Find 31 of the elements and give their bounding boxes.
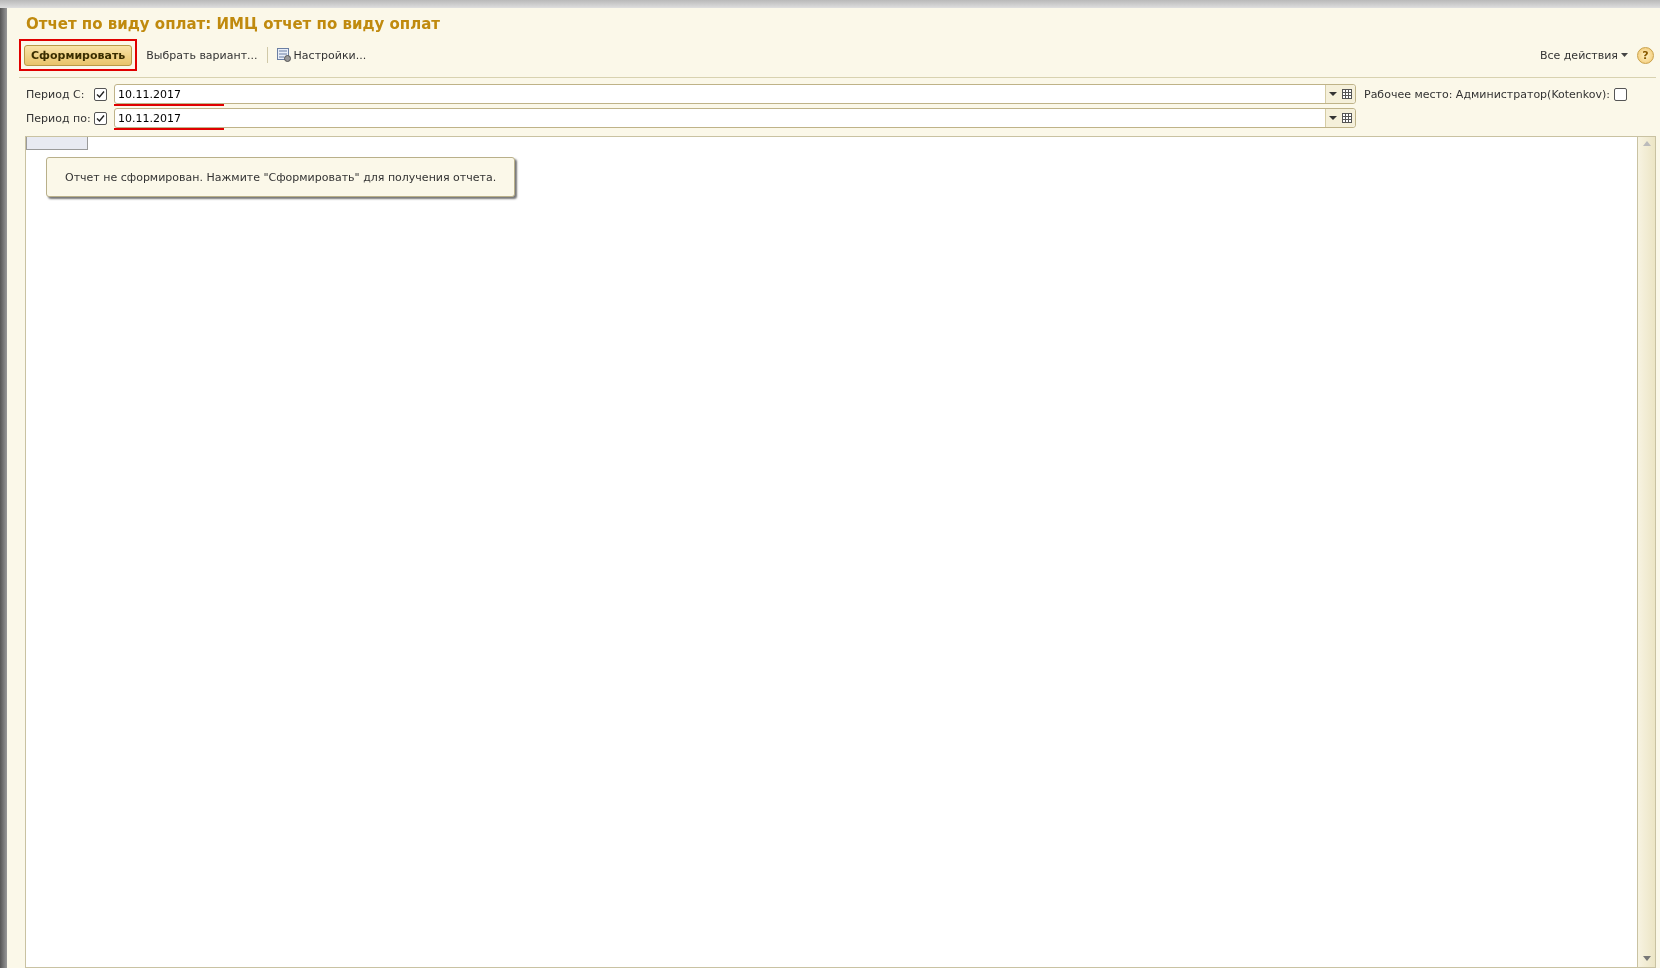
calendar-icon [1342,89,1352,99]
checkbox[interactable] [94,111,107,125]
caret-icon [1621,53,1628,57]
scroll-up-icon [1642,141,1651,146]
vertical-scrollbar[interactable] [1637,137,1655,967]
calendar-button[interactable] [1339,109,1355,127]
date-field[interactable]: 10.11.2017 [114,108,1356,128]
dropdown-button[interactable] [1325,109,1339,127]
date-field[interactable]: 10.11.2017 [114,84,1356,104]
field-label: Период по: [25,111,92,125]
generate-button[interactable]: Сформировать [24,45,133,66]
checkbox[interactable] [1614,87,1628,101]
settings-button[interactable]: Настройки... [273,46,370,64]
calendar-button[interactable] [1339,85,1355,103]
check-icon [96,89,105,99]
caret-icon [1328,92,1337,96]
calendar-icon [1342,113,1352,123]
scroll-down-icon [1642,956,1651,961]
field-label: Период С: [25,87,86,101]
all-actions-menu[interactable]: Все действия [1536,46,1631,64]
check-icon [96,113,105,123]
workplace-label: Рабочее место: Администратор(Kotenkov): [1364,87,1611,101]
help-button[interactable]: ? [1637,46,1654,64]
caret-icon [1328,116,1337,120]
sheet-corner [26,137,88,150]
report-title: Отчет по виду оплат: ИМЦ отчет по виду оплат [25,14,442,35]
dropdown-button[interactable] [1325,85,1339,103]
settings-icon [276,48,291,62]
choose-variant-button[interactable]: Выбрать вариант... [143,46,261,64]
report-message: Отчет не сформирован. Нажмите "Сформировать" для получения отчета. [46,157,516,197]
checkbox[interactable] [94,87,107,101]
